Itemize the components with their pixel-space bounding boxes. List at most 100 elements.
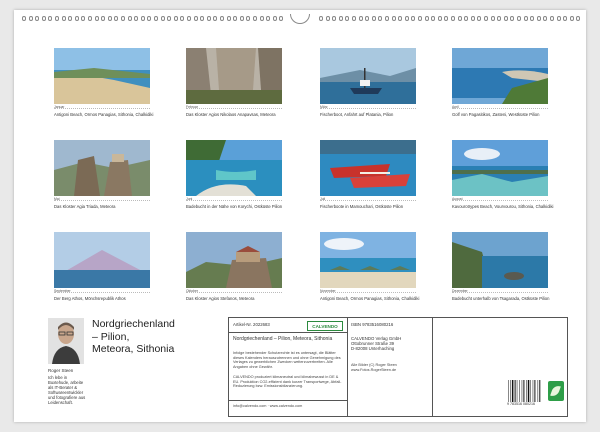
binding-ring [385, 16, 389, 21]
binding-ring [127, 16, 132, 21]
binding-ring [220, 16, 224, 21]
binding-ring [140, 16, 145, 21]
binding-ring [345, 16, 350, 21]
binding-ring [464, 16, 469, 21]
binding-ring [213, 16, 218, 21]
photo-caption: Das Kloster Agia Triada, Meteora [54, 204, 116, 209]
binding-ring [391, 16, 396, 21]
binding-ring [550, 16, 554, 21]
month-photo [320, 140, 416, 196]
binding-ring [200, 16, 205, 21]
photo-caption: Das Kloster Agios Stefanos, Meteora [186, 296, 255, 301]
binding-ring [457, 16, 462, 21]
mini-calendar-strip [186, 108, 282, 111]
photo-caption: Fischerboote in Mamouchari, Ostküste Pil… [320, 204, 404, 209]
binding-ring [517, 16, 521, 21]
binding-ring [134, 16, 139, 21]
title-line: – Pilion, [92, 330, 130, 343]
binding-ring [61, 16, 66, 21]
mini-calendar-strip [452, 200, 548, 203]
binding-ring [101, 16, 106, 21]
binding-ring [404, 16, 409, 21]
binding-ring [358, 16, 363, 21]
binding-ring [167, 16, 172, 21]
binding-ring [233, 16, 238, 21]
binding-ring [180, 16, 185, 21]
binding-ring [48, 16, 53, 21]
binding-ring [55, 16, 59, 21]
binding-ring [536, 16, 541, 21]
author-name: Roger Steen [48, 368, 74, 373]
month-photo [54, 48, 150, 104]
photo-credits: Alle Bilder (C) Roger Steen [351, 363, 397, 367]
binding-ring [74, 16, 79, 21]
binding-ring [530, 16, 535, 21]
mini-calendar-strip [54, 292, 150, 295]
binding-ring [41, 16, 46, 21]
publisher-city: D-82008 Unterhaching [351, 346, 395, 351]
binding-ring [444, 16, 449, 21]
binding-ring [437, 16, 442, 21]
article-number: Artikel-Nr. 2022683 [233, 322, 270, 327]
binding-ring [576, 16, 581, 21]
hanger-hook-icon [290, 14, 310, 24]
legal-notice: Infolge bestehender Schutzrechte ist es … [233, 351, 341, 369]
month-photo [186, 232, 282, 288]
binding-ring [338, 16, 343, 21]
photo-caption: Das Kloster Agios Nikolaos Anapavsas, Me… [186, 112, 276, 117]
binding-ring [81, 16, 86, 21]
binding-ring [424, 16, 429, 21]
month-photo [320, 48, 416, 104]
month-photo [452, 48, 548, 104]
photo-caption: Fischerboot, Anfahrt auf Platania, Pilio… [320, 112, 394, 117]
photo-caption: Kavourotrypes Beach, Vourvourou, Sithoni… [452, 204, 554, 209]
month-photo [320, 232, 416, 288]
photo-website: www.Fotos.RogerSteen.de [351, 368, 397, 372]
binding-ring [107, 16, 112, 21]
spiral-binding [14, 14, 586, 26]
publisher-info-box: Artikel-Nr. 2022683 CALVENDO Nordgrieche… [228, 317, 568, 417]
mini-calendar-strip [54, 108, 150, 111]
binding-ring [484, 16, 488, 21]
mini-calendar-strip [452, 108, 548, 111]
mini-calendar-strip [320, 200, 416, 203]
month-photo [186, 48, 282, 104]
binding-ring [431, 16, 436, 21]
month-photo [186, 140, 282, 196]
photo-caption: Antigoni Beach, Ormos Panagias, Sithonia… [54, 112, 154, 117]
binding-ring [266, 16, 271, 21]
binding-ring [259, 16, 264, 21]
binding-ring [173, 16, 178, 21]
binding-ring [68, 16, 73, 21]
binding-ring [246, 16, 251, 21]
binding-ring [187, 16, 191, 21]
binding-ring [543, 16, 548, 21]
month-photo [54, 140, 150, 196]
photo-caption: Antigoni Beach, Ormos Panagias, Sithonia… [320, 296, 420, 301]
photo-caption: Badebucht in der Nähe von Korychi, Ostkü… [186, 204, 283, 209]
contact-line: info@calvendo.com · www.calvendo.com [233, 404, 303, 408]
binding-ring [332, 16, 337, 21]
binding-ring [94, 16, 99, 21]
binding-ring [325, 16, 330, 21]
binding-ring [114, 16, 119, 21]
binding-ring [371, 16, 376, 21]
binding-ring [477, 16, 482, 21]
binding-ring [206, 16, 211, 21]
binding-ring [451, 16, 455, 21]
title-line: Nordgriechenland [92, 318, 175, 330]
title-line: Meteora, Sithonia [92, 343, 175, 355]
binding-ring [411, 16, 416, 21]
binding-ring [239, 16, 244, 21]
binding-ring [28, 16, 33, 21]
mini-calendar-strip [186, 292, 282, 295]
leaf-badge-icon [548, 381, 564, 401]
binding-ring [226, 16, 231, 21]
binding-ring [154, 16, 158, 21]
author-bio: Ich lebe in Buxtehude, arbeite als IT-Be… [48, 375, 86, 405]
product-subtitle: Nordgriechenland – Pilion, Meteora, Sith… [233, 336, 333, 342]
binding-ring [418, 16, 422, 21]
binding-ring [569, 16, 574, 21]
binding-ring [365, 16, 370, 21]
month-photo [452, 140, 548, 196]
